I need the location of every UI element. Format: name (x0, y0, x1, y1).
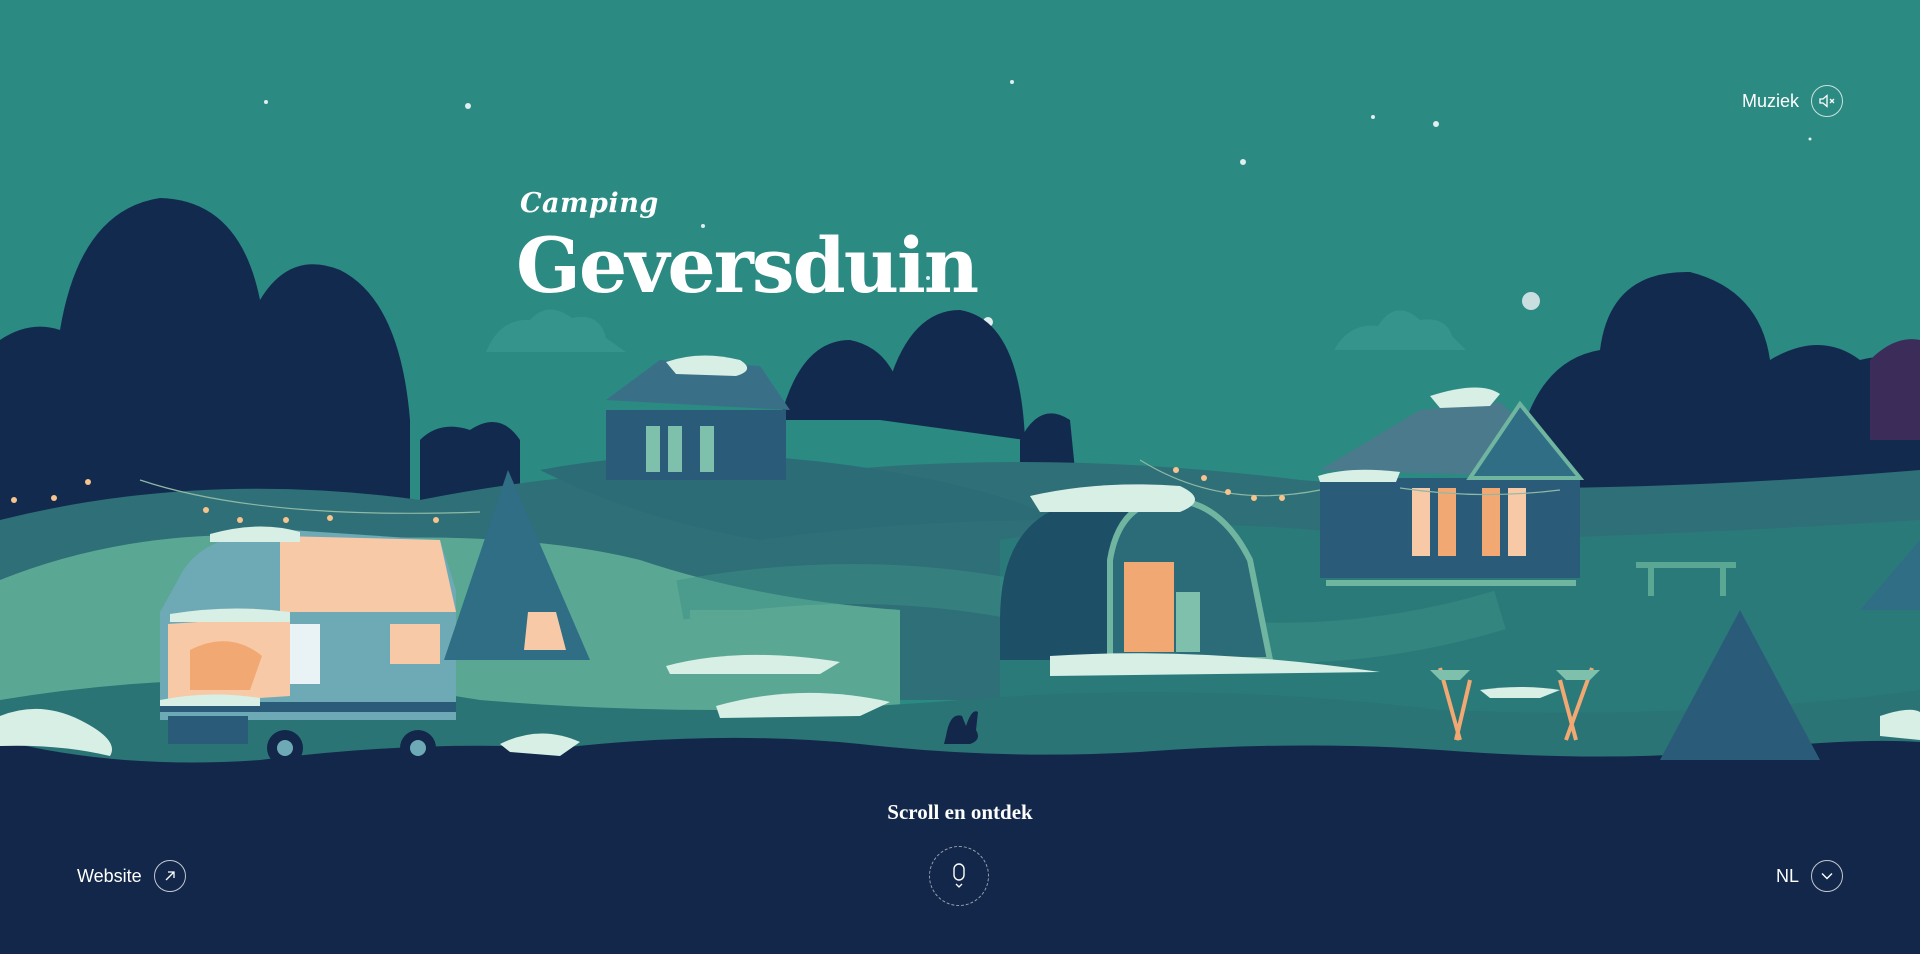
chevron-down-icon[interactable] (1811, 860, 1843, 892)
website-link[interactable]: Website (77, 860, 186, 892)
speaker-muted-icon[interactable] (1811, 85, 1843, 117)
logo-title: Geversduin (516, 221, 979, 310)
language-label: NL (1775, 865, 1799, 886)
arrow-up-right-icon[interactable] (153, 860, 186, 892)
mouse-icon (953, 863, 965, 888)
scroll-indicator[interactable] (929, 846, 989, 906)
purple-tree (1870, 339, 1920, 440)
music-toggle[interactable]: Muziek (1742, 85, 1843, 117)
scroll-label: Scroll en ontdek (887, 800, 1033, 824)
language-select[interactable]: NL (1776, 860, 1843, 892)
music-label: Muziek (1741, 90, 1799, 111)
website-label: Website (77, 865, 142, 886)
logo-subtitle: Camping (520, 188, 659, 219)
